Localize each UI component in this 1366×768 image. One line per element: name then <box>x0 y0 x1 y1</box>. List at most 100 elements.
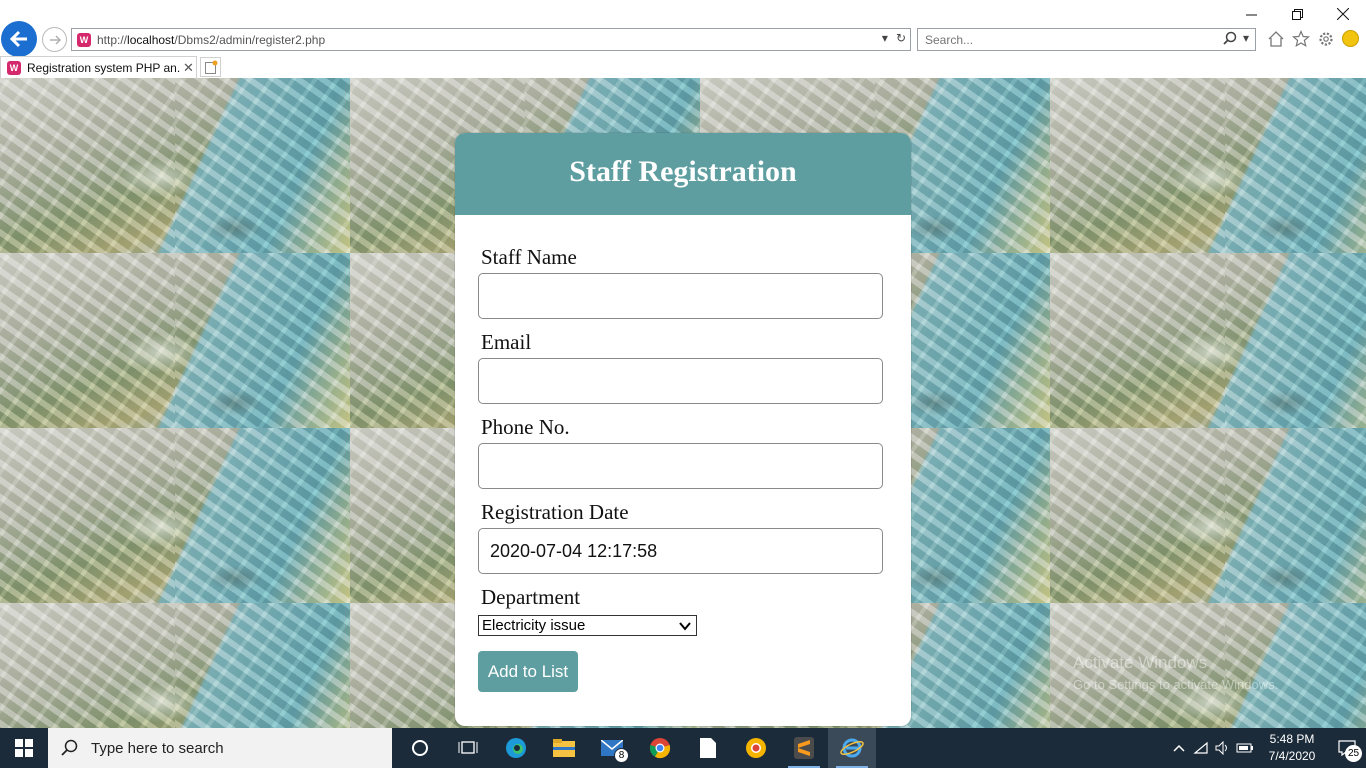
url-text[interactable]: http://localhost/Dbms2/admin/register2.p… <box>97 33 325 47</box>
mail-badge: 8 <box>614 748 629 763</box>
taskbar-search-text: Type here to search <box>91 739 224 757</box>
battery-icon <box>1236 743 1253 753</box>
restore-button[interactable] <box>1274 0 1320 28</box>
tab-row: W Registration system PHP an... ✕ <box>0 56 1366 78</box>
restore-icon <box>1291 8 1303 20</box>
chrome-icon <box>649 738 671 759</box>
settings-button[interactable] <box>1316 29 1335 48</box>
taskbar: Type here to search 8 5:48 PM 7/4/2020 2… <box>0 728 1366 768</box>
search-box[interactable]: ▾ <box>917 28 1256 51</box>
battery-button[interactable] <box>1234 728 1256 768</box>
volume-button[interactable] <box>1212 728 1234 768</box>
card-header: Staff Registration <box>455 133 911 215</box>
staff-name-input[interactable] <box>478 273 883 319</box>
department-label: Department <box>481 585 581 609</box>
sublime-text-app[interactable] <box>780 728 828 768</box>
url-host: localhost <box>127 32 175 47</box>
system-tray: 5:48 PM 7/4/2020 25 <box>1168 728 1366 768</box>
file-explorer-app[interactable] <box>540 728 588 768</box>
url-prefix: http:// <box>97 32 128 47</box>
add-to-list-button[interactable]: Add to List <box>478 651 578 692</box>
browser-titlebar: W http://localhost/Dbms2/admin/register2… <box>0 0 1366 57</box>
watermark-line-1: Activate Windows <box>1073 653 1208 672</box>
search-input[interactable] <box>925 32 1195 47</box>
edge-icon <box>506 738 526 758</box>
department-select[interactable]: Electricity issue <box>478 615 697 636</box>
clock[interactable]: 5:48 PM 7/4/2020 <box>1256 731 1328 765</box>
phone-input[interactable] <box>478 443 883 489</box>
tab-title: Registration system PHP an... <box>27 60 181 75</box>
search-tools: ▾ <box>1223 31 1249 45</box>
minimize-icon <box>1245 14 1257 15</box>
site-favicon-icon: W <box>77 32 91 47</box>
email-label: Email <box>481 330 532 354</box>
cortana-circle-icon <box>412 740 428 756</box>
sublime-text-icon <box>794 737 814 759</box>
close-icon <box>1337 8 1349 20</box>
taskbar-search-box[interactable]: Type here to search <box>48 728 392 768</box>
arrow-left-icon <box>9 30 27 48</box>
minimize-button[interactable] <box>1228 0 1274 28</box>
address-tools: ▾ ↻ <box>882 31 906 45</box>
new-tab-button[interactable] <box>200 57 221 77</box>
chrome-app[interactable] <box>636 728 684 768</box>
search-icon[interactable] <box>1223 31 1237 45</box>
action-center-button[interactable]: 25 <box>1328 728 1366 768</box>
staff-registration-form: Staff Name Email Phone No. Registration … <box>478 245 883 636</box>
folder-icon <box>553 739 575 757</box>
notification-count-badge: 25 <box>1345 745 1362 762</box>
registration-date-label: Registration Date <box>481 500 629 524</box>
registration-date-input[interactable] <box>478 528 883 574</box>
phone-label: Phone No. <box>481 415 570 439</box>
smiley-icon <box>1342 30 1359 47</box>
clock-time: 5:48 PM <box>1269 732 1315 746</box>
internet-explorer-icon <box>840 738 864 758</box>
notepad-app[interactable] <box>684 728 732 768</box>
search-dropdown-icon[interactable]: ▾ <box>1243 31 1249 45</box>
forward-button[interactable] <box>42 27 67 52</box>
address-bar[interactable]: W http://localhost/Dbms2/admin/register2… <box>71 28 911 51</box>
watermark-line-2: Go to Settings to activate Windows. <box>1073 677 1279 692</box>
close-window-button[interactable] <box>1320 0 1366 28</box>
home-button[interactable] <box>1266 29 1285 48</box>
search-icon <box>61 739 78 756</box>
registration-card: Staff Registration Staff Name Email Phon… <box>455 133 911 726</box>
internet-explorer-app[interactable] <box>828 728 876 768</box>
page-title: Staff Registration <box>569 155 797 188</box>
tab-registration[interactable]: W Registration system PHP an... ✕ <box>0 56 197 78</box>
start-button[interactable] <box>0 728 48 768</box>
edge-app[interactable] <box>492 728 540 768</box>
speaker-icon <box>1215 741 1227 755</box>
cortana-button[interactable] <box>396 728 444 768</box>
refresh-icon[interactable]: ↻ <box>896 31 906 45</box>
favorites-button[interactable] <box>1291 29 1310 48</box>
home-icon <box>1268 30 1283 47</box>
document-icon <box>700 738 716 758</box>
feedback-button[interactable] <box>1341 29 1360 48</box>
clock-date: 7/4/2020 <box>1268 749 1316 763</box>
gear-icon <box>1318 31 1333 46</box>
chevron-up-icon <box>1173 744 1185 752</box>
browser-toolbar-icons <box>1266 29 1360 48</box>
star-icon <box>1291 29 1310 47</box>
tab-favicon-icon: W <box>7 60 21 75</box>
staff-name-label: Staff Name <box>481 245 577 269</box>
chrome-app-2[interactable] <box>732 728 780 768</box>
url-path: /Dbms2/admin/register2.php <box>174 32 326 47</box>
show-hidden-icons-button[interactable] <box>1168 728 1190 768</box>
task-view-button[interactable] <box>444 728 492 768</box>
department-selected-value: Electricity issue <box>482 617 586 634</box>
email-input[interactable] <box>478 358 883 404</box>
chevron-down-icon <box>679 622 691 631</box>
task-view-icon <box>458 741 478 754</box>
tab-close-icon[interactable]: ✕ <box>183 60 194 76</box>
wifi-icon <box>1193 741 1208 754</box>
activate-windows-watermark: Activate Windows Go to Settings to activ… <box>1073 652 1278 696</box>
back-button[interactable] <box>1 21 37 57</box>
windows-logo-icon <box>15 739 33 757</box>
mail-app[interactable]: 8 <box>588 728 636 768</box>
network-button[interactable] <box>1190 728 1212 768</box>
dropdown-arrow-icon[interactable]: ▾ <box>882 31 888 45</box>
new-tab-icon <box>204 60 217 74</box>
window-controls <box>1228 0 1366 28</box>
